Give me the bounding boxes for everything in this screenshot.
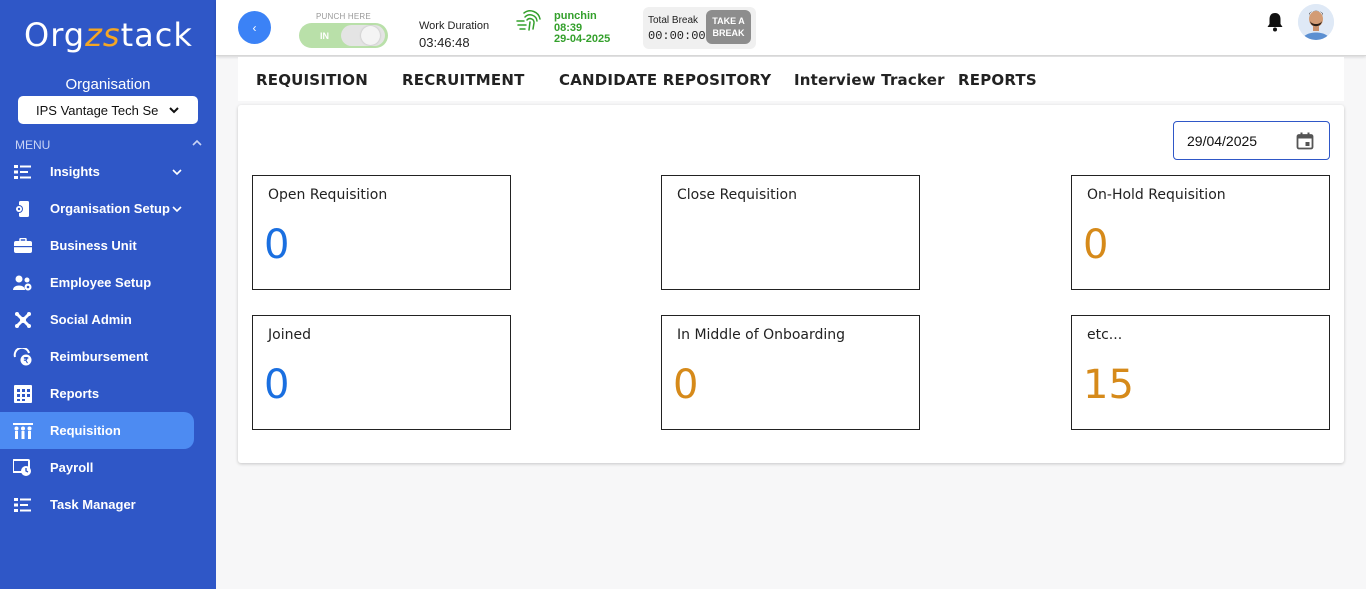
menu-header-label: MENU	[15, 137, 51, 152]
sidebar-item-business-unit[interactable]: Business Unit	[0, 227, 194, 264]
tab-requisition[interactable]: REQUISITION	[256, 71, 368, 89]
sidebar-item-label: Payroll	[50, 460, 94, 475]
punch-toggle-knob[interactable]	[341, 25, 385, 46]
card-title: etc...	[1087, 327, 1123, 343]
sidebar-item-label: Reports	[50, 386, 100, 401]
menu-header[interactable]: MENU	[15, 137, 203, 152]
take-break-label-1: TAKE A	[712, 16, 745, 26]
requisition-panel: 29/04/2025 Open Requisition 0 Close Requ…	[238, 105, 1344, 463]
chevron-down-icon	[170, 202, 184, 216]
card-in-middle-of-onboarding[interactable]: In Middle of Onboarding 0	[661, 315, 920, 430]
reports-icon	[13, 384, 33, 404]
bell-icon[interactable]	[1266, 12, 1284, 32]
card-title: Close Requisition	[677, 187, 797, 203]
tab-candidate-repository[interactable]: CANDIDATE REPOSITORY	[559, 71, 771, 89]
card-open-requisition[interactable]: Open Requisition 0	[252, 175, 511, 290]
employee-setup-icon	[13, 273, 33, 293]
fingerprint-icon	[516, 9, 542, 33]
sidebar-item-label: Task Manager	[50, 497, 136, 512]
card-value: 0	[673, 362, 699, 408]
organisation-select-value: IPS Vantage Tech Se	[36, 102, 159, 118]
chevron-down-icon	[168, 104, 180, 116]
tab-bar: REQUISITION RECRUITMENT CANDIDATE REPOSI…	[238, 57, 1344, 101]
punch-state: IN	[320, 31, 329, 41]
back-button[interactable]: ‹	[238, 11, 271, 44]
card-etc[interactable]: etc... 15	[1071, 315, 1330, 430]
work-duration-value: 03:46:48	[419, 35, 470, 50]
sidebar-item-label: Insights	[50, 164, 100, 179]
payroll-icon	[13, 458, 33, 478]
briefcase-icon	[13, 236, 33, 256]
sidebar-item-label: Organisation Setup	[50, 201, 170, 216]
sidebar-item-reimbursement[interactable]: ₹ Reimbursement	[0, 338, 194, 375]
work-duration-label: Work Duration	[419, 20, 490, 32]
reimbursement-icon: ₹	[13, 347, 33, 367]
sidebar-item-requisition[interactable]: Requisition	[0, 412, 194, 449]
sidebar-item-label: Employee Setup	[50, 275, 152, 290]
sidebar-item-social-admin[interactable]: Social Admin	[0, 301, 194, 338]
punch-toggle[interactable]: IN	[299, 23, 388, 48]
organisation-select[interactable]: IPS Vantage Tech Se	[18, 96, 198, 124]
card-value: 15	[1083, 362, 1134, 408]
tab-recruitment[interactable]: RECRUITMENT	[402, 71, 525, 89]
task-manager-icon	[13, 495, 33, 515]
sidebar-menu: Insights Organisation Setup Business Uni…	[0, 153, 216, 523]
card-title: In Middle of Onboarding	[677, 327, 846, 343]
total-break-value: 00:00:00	[648, 29, 706, 43]
punch-status: punchin	[554, 10, 597, 22]
total-break-label: Total Break	[648, 15, 699, 26]
punch-label: PUNCH HERE	[316, 12, 371, 21]
sidebar-item-task-manager[interactable]: Task Manager	[0, 486, 194, 523]
chevron-up-icon[interactable]	[191, 137, 203, 152]
date-filter-value: 29/04/2025	[1187, 132, 1258, 149]
sidebar-item-organisation-setup[interactable]: Organisation Setup	[0, 190, 194, 227]
sidebar-item-employee-setup[interactable]: Employee Setup	[0, 264, 194, 301]
chevron-down-icon	[170, 165, 184, 179]
tab-reports[interactable]: REPORTS	[958, 71, 1037, 89]
calendar-icon[interactable]	[1296, 132, 1314, 150]
card-value: 0	[264, 222, 290, 268]
break-panel: Total Break 00:00:00 TAKE A BREAK	[643, 7, 756, 49]
card-close-requisition[interactable]: Close Requisition	[661, 175, 920, 290]
card-value: 0	[1083, 222, 1109, 268]
sidebar-item-label: Requisition	[50, 423, 121, 438]
app-logo[interactable]: Orgzstack	[24, 16, 193, 54]
take-break-label-2: BREAK	[712, 28, 745, 38]
sidebar-item-reports[interactable]: Reports	[0, 375, 194, 412]
take-break-button[interactable]: TAKE A BREAK	[706, 10, 751, 44]
top-bar: ‹ PUNCH HERE IN Work Duration 03:46:48 p…	[216, 0, 1366, 56]
punch-date: 29-04-2025	[554, 33, 611, 45]
svg-text:₹: ₹	[23, 356, 28, 365]
card-title: On-Hold Requisition	[1087, 187, 1226, 203]
organisation-label: Organisation	[65, 76, 151, 93]
sidebar-item-payroll[interactable]: Payroll	[0, 449, 194, 486]
card-joined[interactable]: Joined 0	[252, 315, 511, 430]
card-title: Open Requisition	[268, 187, 388, 203]
card-on-hold-requisition[interactable]: On-Hold Requisition 0	[1071, 175, 1330, 290]
social-admin-icon	[13, 310, 33, 330]
card-title: Joined	[268, 327, 311, 343]
chevron-left-icon: ‹	[252, 20, 257, 35]
tab-interview-tracker[interactable]: Interview Tracker	[794, 71, 945, 89]
avatar[interactable]	[1298, 4, 1334, 40]
sidebar-item-label: Reimbursement	[50, 349, 149, 364]
organisation-setup-icon	[13, 199, 33, 219]
requisition-icon	[13, 421, 33, 441]
sidebar-item-label: Social Admin	[50, 312, 132, 327]
sidebar-item-insights[interactable]: Insights	[0, 153, 194, 190]
sidebar-item-label: Business Unit	[50, 238, 137, 253]
sidebar: Orgzstack Organisation IPS Vantage Tech …	[0, 0, 216, 589]
insights-icon	[13, 162, 33, 182]
card-value: 0	[264, 362, 290, 408]
date-filter-input[interactable]: 29/04/2025	[1173, 121, 1330, 160]
